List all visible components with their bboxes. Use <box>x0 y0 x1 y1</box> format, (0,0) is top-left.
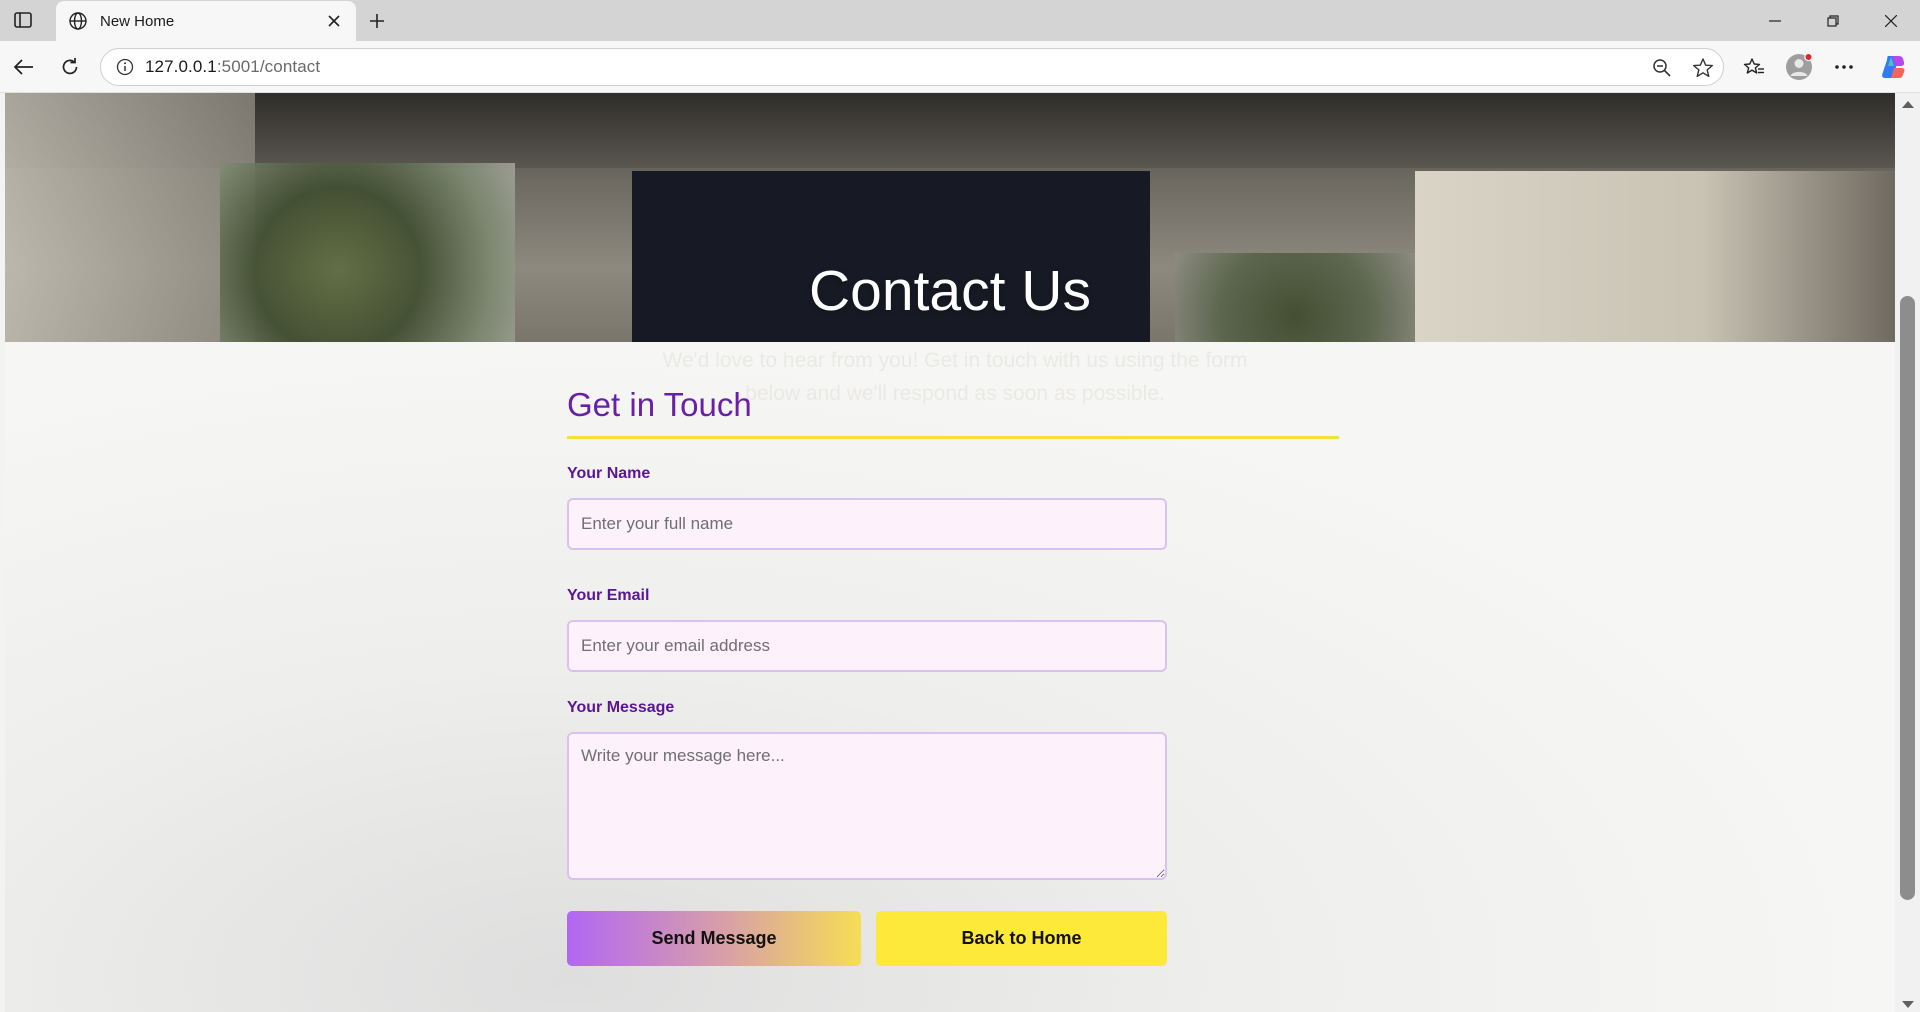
back-icon[interactable] <box>8 51 40 83</box>
name-input[interactable] <box>567 498 1167 550</box>
page-scrollbar[interactable] <box>1895 93 1920 1012</box>
zoom-out-icon[interactable] <box>1650 56 1674 80</box>
name-label: Your Name <box>567 465 651 482</box>
profile-icon[interactable] <box>1783 51 1815 83</box>
tab-bar: New Home <box>0 0 1920 41</box>
browser-toolbar: 127.0.0.1:5001/contact <box>0 41 1920 93</box>
send-message-button[interactable]: Send Message <box>567 911 861 966</box>
page-title: Contact Us <box>809 259 1091 323</box>
email-input[interactable] <box>567 620 1167 672</box>
message-label: Your Message <box>567 699 675 716</box>
address-bar[interactable]: 127.0.0.1:5001/contact <box>100 48 1724 86</box>
sidebar-toggle-icon[interactable] <box>12 10 34 30</box>
more-icon[interactable] <box>1828 51 1860 83</box>
globe-icon <box>68 11 88 31</box>
copilot-icon[interactable] <box>1877 51 1909 83</box>
close-window-icon[interactable] <box>1868 6 1914 36</box>
hero-image-ceiling <box>5 93 1895 168</box>
tab-title: New Home <box>100 12 175 30</box>
back-to-home-button[interactable]: Back to Home <box>876 911 1167 966</box>
scroll-down-icon[interactable] <box>1902 1001 1914 1008</box>
form-heading: Get in Touch <box>567 386 1339 439</box>
minimize-icon[interactable] <box>1752 6 1798 36</box>
email-label: Your Email <box>567 587 650 604</box>
close-icon[interactable] <box>324 11 344 31</box>
info-icon[interactable] <box>115 57 135 77</box>
hero-banner: Contact Us <box>5 93 1895 342</box>
restore-icon[interactable] <box>1810 6 1856 36</box>
scroll-thumb[interactable] <box>1900 296 1915 900</box>
url-text: 127.0.0.1:5001/contact <box>145 57 321 76</box>
form-actions: Send Message Back to Home <box>567 911 1341 966</box>
refresh-icon[interactable] <box>54 51 86 83</box>
page-viewport: Contact Us We'd love to hear from you! G… <box>5 93 1895 1012</box>
tab-active[interactable]: New Home <box>56 1 356 41</box>
contact-form: Get in Touch Your Name Your Email Your M… <box>567 386 1341 966</box>
message-textarea[interactable] <box>567 732 1167 880</box>
plus-icon[interactable] <box>364 8 390 34</box>
star-icon[interactable] <box>1691 56 1715 80</box>
favorites-icon[interactable] <box>1738 51 1770 83</box>
scroll-up-icon[interactable] <box>1902 101 1914 108</box>
